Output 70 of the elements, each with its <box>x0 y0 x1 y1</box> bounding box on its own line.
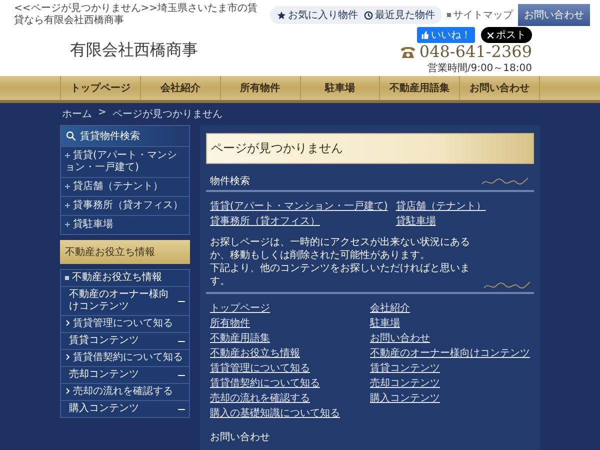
x-logo-icon <box>487 32 494 38</box>
info-group-label: 賃貸コンテンツ <box>69 335 140 347</box>
content-link[interactable]: 賃貸借契約について知る <box>210 378 320 389</box>
info-link[interactable]: 賃貸借契約について知る <box>61 349 189 366</box>
clock-icon <box>364 10 373 20</box>
info-link[interactable]: 賃貸管理について知る <box>61 315 189 332</box>
plus-icon <box>65 152 70 158</box>
nav-item[interactable]: 駐車場 <box>300 76 380 100</box>
search-icon <box>66 131 76 141</box>
thumbs-up-icon <box>421 31 429 39</box>
content-link[interactable]: お問い合わせ <box>370 333 430 344</box>
content-link[interactable]: 不動産のオーナー様向けコンテンツ <box>370 348 530 359</box>
content-link[interactable]: 売却の流れを確認する <box>210 393 310 404</box>
chevron-icon <box>66 354 70 360</box>
search-category-link[interactable]: 賃貸(アパート・マンション・一戸建て) <box>61 146 189 177</box>
phone-icon <box>400 46 416 58</box>
plus-icon <box>65 184 70 189</box>
nav-item[interactable]: 会社紹介 <box>140 76 220 100</box>
phone-number: 048-641-2369 <box>419 43 532 61</box>
property-search-link[interactable]: 賃貸(アパート・マンション・一戸建て) <box>210 201 388 212</box>
star-icon <box>277 10 286 20</box>
business-hours: 営業時間/9:00～18:00 <box>427 62 532 75</box>
property-search-link[interactable]: 貸事務所（貸オフィス） <box>210 216 320 227</box>
info-link[interactable]: 売却の流れを確認する <box>61 383 189 400</box>
search-category-link[interactable]: 貸駐車場 <box>61 215 189 234</box>
content-link[interactable]: 賃貸コンテンツ <box>370 363 440 374</box>
post-button[interactable]: ポスト <box>481 27 532 43</box>
nav-item[interactable]: お問い合わせ <box>459 76 540 100</box>
property-search-link[interactable]: 貸駐車場 <box>396 216 436 227</box>
chevron-icon <box>66 388 70 394</box>
section-title: お問い合わせ <box>210 432 270 443</box>
search-category-link[interactable]: 貸事務所（貸オフィス） <box>61 196 189 215</box>
content-link[interactable]: 会社紹介 <box>370 303 410 314</box>
breadcrumb-link[interactable]: ホーム <box>62 107 92 121</box>
section-title: 物件検索 <box>210 174 250 188</box>
quick-link[interactable]: 最近見た物件 <box>361 8 438 22</box>
quick-link[interactable]: お気に入り物件 <box>274 8 361 22</box>
content-link[interactable]: 売却コンテンツ <box>370 378 440 389</box>
info-section-link[interactable]: 不動産お役立ち情報 <box>61 270 189 286</box>
chevron-icon <box>66 320 70 326</box>
info-group-label: 購入コンテンツ <box>69 403 140 415</box>
search-category-link[interactable]: 貸店舗（テナント） <box>61 177 189 196</box>
info-group-label: 売却コンテンツ <box>69 369 140 381</box>
content-link[interactable]: 不動産用語集 <box>210 333 270 344</box>
contact-button[interactable]: お問い合わせ <box>518 4 590 26</box>
company-logo: 有限会社西橋商事 <box>70 40 198 61</box>
plus-icon <box>65 222 70 227</box>
content-link[interactable]: 不動産お役立ち情報 <box>210 348 300 359</box>
page-caption: <<ページが見つかりません>>埼玉県さいたま市の賃貸なら有限会社西橋商事 <box>14 3 259 27</box>
nav-item[interactable]: 所有物件 <box>220 76 300 100</box>
nav-item[interactable]: トップページ <box>60 76 140 100</box>
content-link[interactable]: トップページ <box>210 303 270 314</box>
page-title: ページが見つかりません <box>211 141 343 155</box>
sitemap-link[interactable]: サイトマップ <box>447 8 513 22</box>
content-link[interactable]: 賃貸管理について知る <box>210 363 310 374</box>
breadcrumb-separator: > <box>98 107 106 120</box>
content-link[interactable]: 駐車場 <box>370 318 400 329</box>
content-link[interactable]: 購入の基礎知識について知る <box>210 408 340 419</box>
info-group-label: 不動産のオーナー様向けコンテンツ <box>69 289 170 313</box>
plus-icon <box>65 202 70 208</box>
message-text: お探しページは、一時的にアクセスが出来ない状況にあるか、移動もしくは削除された可能性があります。 <box>210 236 471 262</box>
info-panel-title: 不動産お役立ち情報 <box>60 240 190 264</box>
nav-item[interactable]: 不動産用語集 <box>379 76 460 100</box>
content-link[interactable]: 所有物件 <box>210 318 250 329</box>
content-link[interactable]: 購入コンテンツ <box>370 393 440 404</box>
search-panel-title: 賃貸物件検索 <box>80 130 140 143</box>
message-text: 下記より、他のコンテンツをお探しいただければと思います。 <box>210 262 471 288</box>
property-search-link[interactable]: 貸店舗（テナント） <box>396 201 486 212</box>
like-button[interactable]: いいね！ <box>417 27 475 43</box>
breadcrumb-link[interactable]: ページが見つかりません <box>112 107 222 121</box>
